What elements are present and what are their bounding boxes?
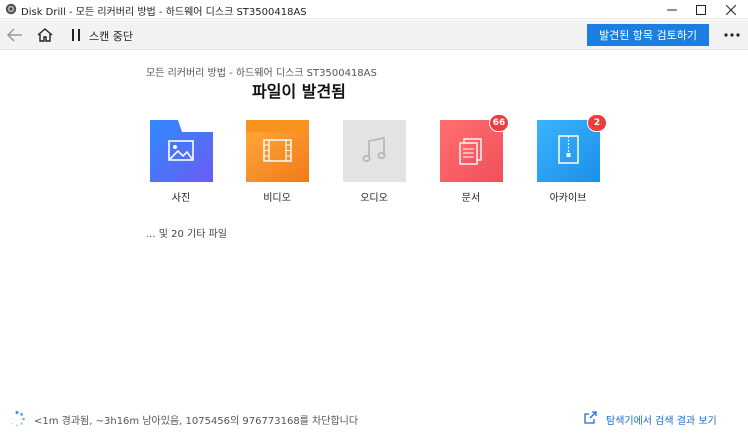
- disk-drill-app-icon: [5, 3, 17, 15]
- home-icon[interactable]: [37, 27, 53, 43]
- other-files-link[interactable]: ... 및 20 기타 파일: [146, 225, 227, 240]
- minimize-button[interactable]: [657, 0, 687, 19]
- maximize-button[interactable]: [686, 0, 716, 19]
- scan-subtitle: 모든 리커버리 방법 - 하드웨어 디스크 ST3500418AS: [146, 68, 377, 79]
- close-icon: [726, 4, 736, 15]
- minimize-icon: [667, 9, 677, 10]
- loading-spinner-icon: [9, 411, 25, 427]
- window-title: Disk Drill - 모든 리커버리 방법 - 하드웨어 디스크 ST350…: [21, 7, 307, 18]
- category-label-video: 비디오: [263, 193, 291, 204]
- close-button[interactable]: [716, 0, 746, 19]
- documents-count-badge: 66: [489, 114, 509, 132]
- category-tile-audio[interactable]: [343, 120, 406, 182]
- scan-status: <1m 경과됨, ~3h16m 남아있음, 1075456의 976773168…: [34, 416, 359, 427]
- title-bar: Disk Drill - 모든 리커버리 방법 - 하드웨어 디스크 ST350…: [0, 0, 748, 19]
- more-dots-icon: [724, 33, 740, 37]
- category-label-documents: 문서: [461, 193, 481, 204]
- film-icon: [246, 120, 309, 182]
- stop-scan-button[interactable]: 스캔 중단: [89, 28, 133, 44]
- back-arrow-icon[interactable]: [6, 27, 24, 43]
- view-results-in-explorer-link[interactable]: 탐색기에서 검색 결과 보기: [606, 412, 717, 427]
- more-options-button[interactable]: [720, 25, 744, 45]
- image-icon: [150, 120, 213, 182]
- music-note-icon: [343, 120, 406, 182]
- category-label-audio: 오디오: [360, 193, 388, 204]
- category-tile-photos[interactable]: [150, 120, 213, 182]
- maximize-icon: [696, 4, 706, 15]
- category-tile-video[interactable]: [246, 120, 309, 182]
- page-title: 파일이 발견됨: [252, 82, 346, 101]
- open-external-icon[interactable]: [584, 411, 597, 424]
- pause-icon[interactable]: [70, 28, 82, 42]
- toolbar: 스캔 중단 발견된 항목 검토하기: [0, 20, 748, 50]
- archives-count-badge: 2: [587, 114, 607, 132]
- review-found-items-button[interactable]: 발견된 항목 검토하기: [587, 24, 709, 46]
- category-label-archives: 아카이브: [549, 193, 587, 204]
- category-label-photos: 사진: [171, 193, 191, 204]
